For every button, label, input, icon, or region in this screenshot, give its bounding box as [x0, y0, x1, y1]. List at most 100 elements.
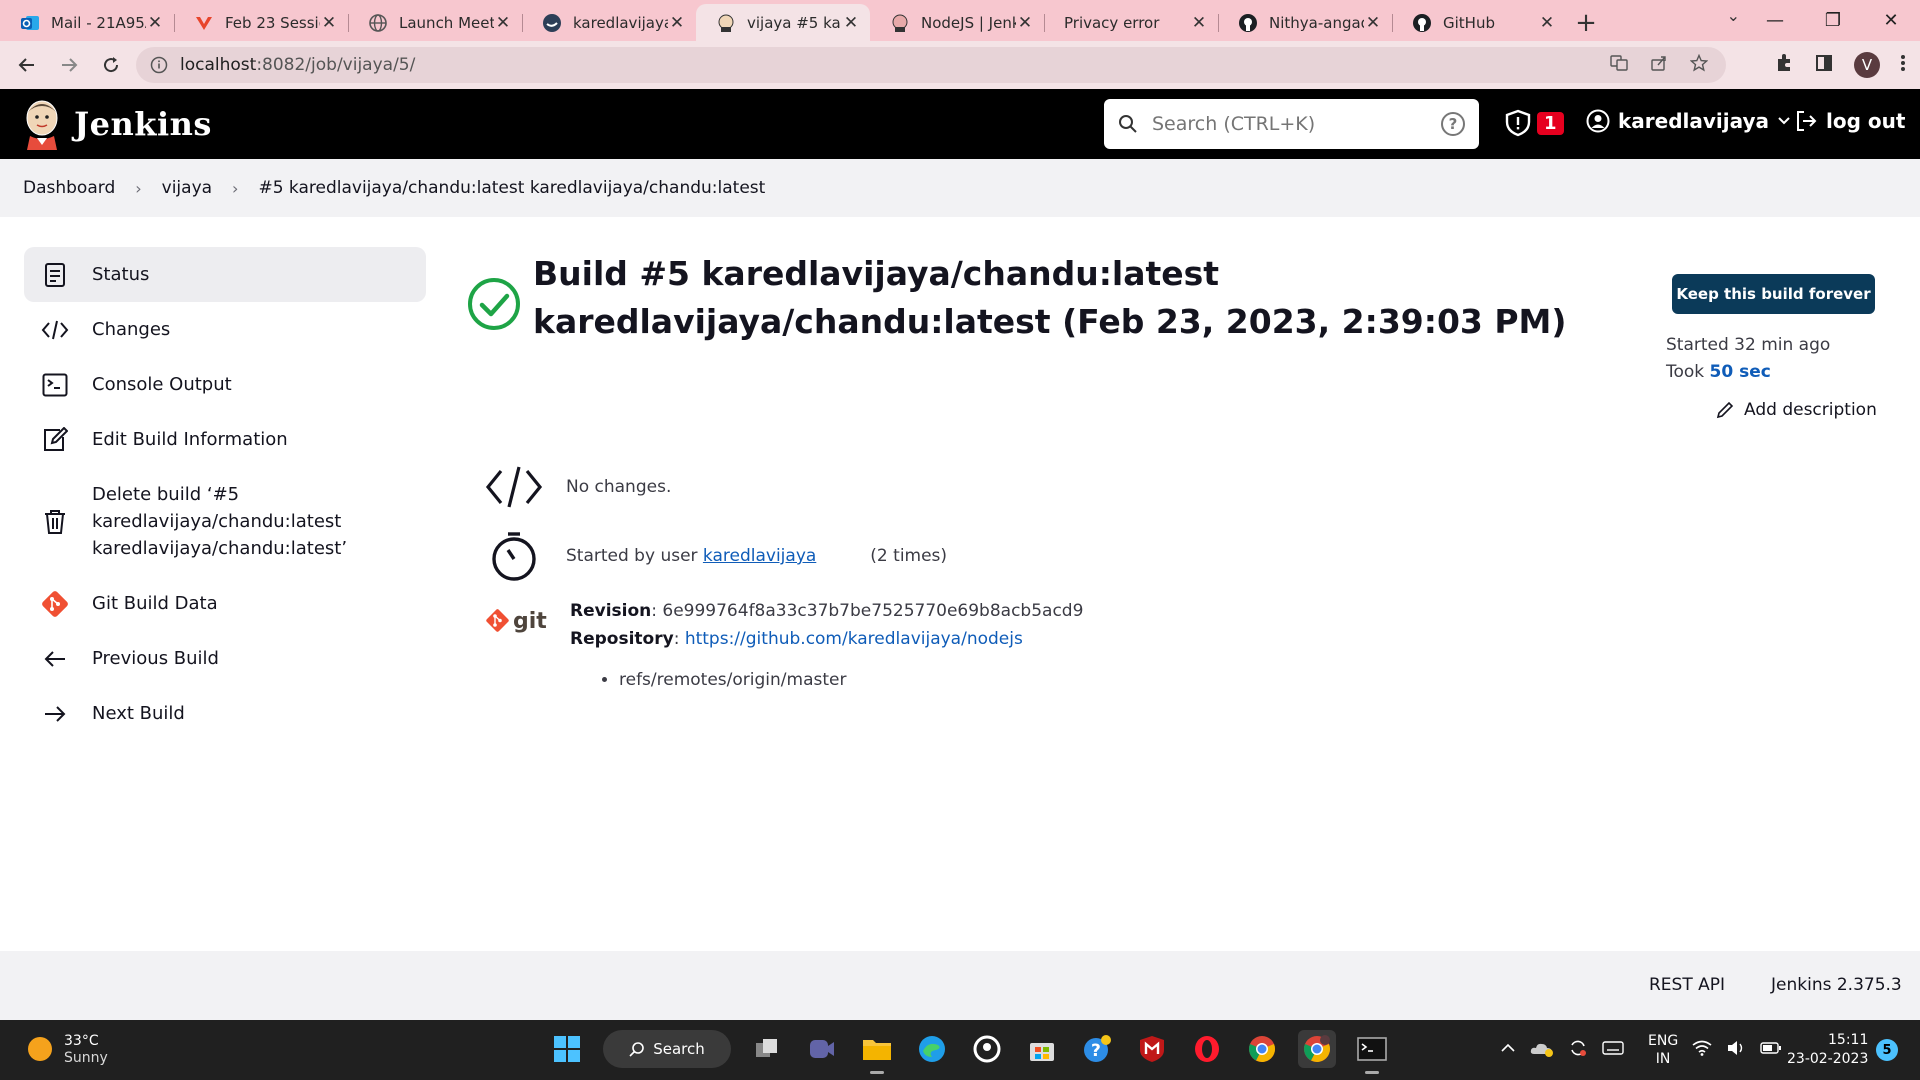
language-indicator[interactable]: ENG IN: [1648, 1032, 1678, 1068]
duration-link[interactable]: 50 sec: [1710, 362, 1771, 382]
close-icon[interactable]: ✕: [1016, 13, 1034, 33]
search-input[interactable]: [1152, 113, 1422, 135]
windows-start-icon[interactable]: [548, 1030, 586, 1068]
sidebar-item-edit-build-information[interactable]: Edit Build Information: [24, 412, 426, 467]
info-icon[interactable]: [150, 56, 168, 74]
chevron-up-icon[interactable]: [1500, 1042, 1516, 1058]
chrome-icon[interactable]: [1243, 1030, 1281, 1068]
close-icon[interactable]: ✕: [1190, 13, 1208, 33]
sync-icon[interactable]: [1568, 1038, 1588, 1062]
breadcrumb-build[interactable]: #5 karedlavijaya/chandu:latest karedlavi…: [258, 178, 765, 198]
new-tab-button[interactable]: +: [1566, 4, 1606, 41]
notification-badge[interactable]: 5: [1876, 1039, 1898, 1061]
logout-icon: [1797, 111, 1817, 131]
microsoft-store-icon[interactable]: [1023, 1030, 1061, 1068]
user-menu[interactable]: karedlavijaya: [1586, 109, 1791, 133]
terminal-app-icon[interactable]: [1353, 1030, 1391, 1074]
address-bar[interactable]: localhost:8082/job/vijaya/5/: [136, 47, 1726, 83]
logout-link[interactable]: log out: [1794, 109, 1905, 133]
sidebar-item-previous-build[interactable]: Previous Build: [24, 631, 426, 686]
jenkins-logo-icon[interactable]: [22, 98, 62, 150]
sidebar-item-git-build-data[interactable]: Git Build Data: [24, 576, 426, 631]
window-controls: — ❐ ✕: [1746, 0, 1920, 41]
close-icon[interactable]: ✕: [842, 13, 860, 33]
help-app-icon[interactable]: ?: [1078, 1030, 1116, 1068]
teams-meet-icon[interactable]: [803, 1030, 841, 1068]
browser-tab[interactable]: Nithya-angadi ✕: [1218, 4, 1392, 41]
sidebar-item-changes[interactable]: Changes: [24, 302, 426, 357]
sidebar-item-next-build[interactable]: Next Build: [24, 686, 426, 741]
sidebar-item-status[interactable]: Status: [24, 247, 426, 302]
browser-tab-active[interactable]: vijaya #5 kared ✕: [696, 4, 870, 41]
file-explorer-icon[interactable]: [858, 1030, 896, 1074]
close-icon[interactable]: ✕: [668, 13, 686, 33]
side-panel-icon[interactable]: [1814, 53, 1834, 77]
jenkins-icon: [716, 13, 736, 33]
translate-icon[interactable]: [1610, 54, 1628, 76]
branch-list: refs/remotes/origin/master: [619, 666, 1083, 694]
system-clock[interactable]: 15:11 23-02-2023: [1787, 1031, 1868, 1069]
bookmark-star-icon[interactable]: [1689, 53, 1709, 76]
logout-label: log out: [1826, 109, 1906, 133]
close-icon[interactable]: ✕: [494, 13, 512, 33]
mcafee-icon[interactable]: [1133, 1030, 1171, 1068]
jenkins-title[interactable]: Jenkins: [74, 105, 212, 143]
profile-avatar[interactable]: V: [1854, 52, 1880, 78]
browser-tab[interactable]: karedlavijaya/c ✕: [522, 4, 696, 41]
minimize-icon[interactable]: —: [1746, 0, 1804, 41]
forward-button[interactable]: [48, 44, 90, 86]
edge-icon[interactable]: [913, 1030, 951, 1068]
reload-button[interactable]: [90, 44, 132, 86]
help-icon[interactable]: ?: [1441, 112, 1465, 136]
task-view-icon[interactable]: [748, 1030, 786, 1068]
close-icon[interactable]: ✕: [1538, 13, 1556, 33]
github-desktop-icon[interactable]: [968, 1030, 1006, 1068]
tab-search-icon[interactable]: ⌄: [1727, 6, 1740, 25]
volume-icon[interactable]: [1726, 1040, 1746, 1060]
back-button[interactable]: [6, 44, 48, 86]
github-icon: [1412, 13, 1432, 33]
outlook-icon: [20, 13, 40, 33]
taskbar-search[interactable]: Search: [603, 1030, 731, 1068]
repository-link[interactable]: https://github.com/karedlavijaya/nodejs: [685, 629, 1023, 649]
user-link[interactable]: karedlavijaya: [703, 546, 816, 566]
browser-tab[interactable]: Feb 23 Session ✕: [174, 4, 348, 41]
git-icon: [40, 590, 70, 617]
security-alerts[interactable]: 1: [1505, 109, 1564, 137]
close-icon[interactable]: ✕: [146, 13, 164, 33]
keep-build-forever-button[interactable]: Keep this build forever: [1672, 274, 1875, 314]
weather-widget[interactable]: 33°C Sunny: [28, 1032, 108, 1066]
breadcrumb-job[interactable]: vijaya: [162, 178, 212, 198]
breadcrumb-dashboard[interactable]: Dashboard: [23, 178, 115, 198]
github-icon: [1238, 13, 1258, 33]
build-meta: Started 32 min ago Took 50 sec: [1666, 332, 1830, 386]
sidebar-item-console-output[interactable]: Console Output: [24, 357, 426, 412]
keyboard-icon[interactable]: [1602, 1040, 1624, 1060]
extensions-icon[interactable]: [1774, 53, 1794, 77]
tab-title: Launch Meetin: [399, 13, 494, 32]
jenkins-search-box[interactable]: ?: [1104, 99, 1479, 149]
browser-tab[interactable]: GitHub ✕: [1392, 4, 1566, 41]
browser-tab[interactable]: Launch Meetin ✕: [348, 4, 522, 41]
close-icon[interactable]: ✕: [320, 13, 338, 33]
wifi-icon[interactable]: [1692, 1040, 1712, 1060]
branch-item: refs/remotes/origin/master: [619, 666, 1083, 694]
chrome-profile-icon[interactable]: [1298, 1030, 1336, 1068]
sidebar-item-delete-build[interactable]: Delete build ‘#5 karedlavijaya/chandu:la…: [24, 467, 426, 576]
jenkins-version-link[interactable]: Jenkins 2.375.3: [1771, 975, 1902, 995]
close-icon[interactable]: ✕: [1364, 13, 1382, 33]
add-description-link[interactable]: Add description: [1716, 400, 1877, 420]
close-window-icon[interactable]: ✕: [1862, 0, 1920, 41]
chevron-right-icon: ›: [232, 178, 239, 198]
clock-date: 23-02-2023: [1787, 1051, 1869, 1067]
browser-tab[interactable]: Mail - 21A95A ✕: [0, 4, 174, 41]
browser-tab[interactable]: Privacy error ✕: [1044, 4, 1218, 41]
onedrive-icon[interactable]: [1530, 1039, 1554, 1061]
battery-icon[interactable]: [1760, 1041, 1782, 1059]
more-menu-icon[interactable]: [1900, 53, 1906, 77]
opera-icon[interactable]: [1188, 1030, 1226, 1068]
restore-icon[interactable]: ❐: [1804, 0, 1862, 41]
share-icon[interactable]: [1650, 54, 1668, 76]
rest-api-link[interactable]: REST API: [1649, 975, 1725, 995]
browser-tab[interactable]: NodeJS | Jenki ✕: [870, 4, 1044, 41]
